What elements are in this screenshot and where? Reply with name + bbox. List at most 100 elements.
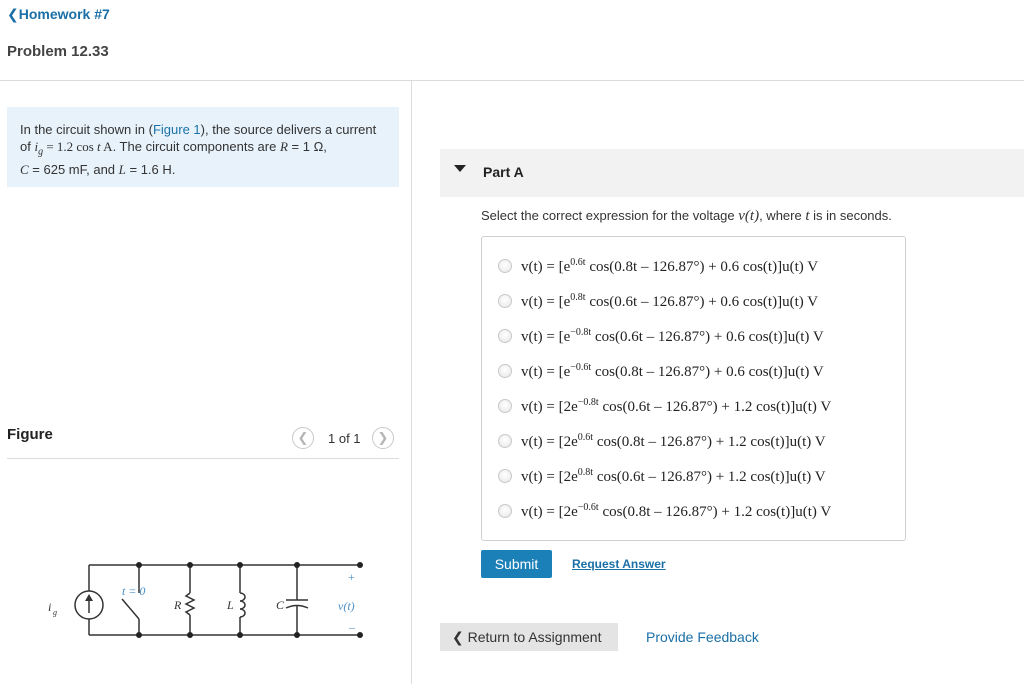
- figure-link[interactable]: Figure 1: [153, 122, 201, 137]
- option-expression: v(t) = [e−0.8t cos(0.6t – 126.87°) + 0.6…: [521, 327, 824, 346]
- expr-post: cos(0.6t – 126.87°) + 0.6 cos(t)]u(t) V: [591, 328, 824, 345]
- radio-button[interactable]: [498, 434, 512, 448]
- ig-label: i: [48, 600, 51, 614]
- expr-post: cos(0.6t – 126.87°) + 1.2 cos(t)]u(t) V: [598, 398, 832, 415]
- figure-next-button[interactable]: ❯: [372, 427, 394, 449]
- expr-pre: v(t) = [e: [521, 363, 571, 380]
- radio-button[interactable]: [498, 364, 512, 378]
- expr-exp: 0.6t: [577, 431, 594, 443]
- node-dot: [357, 632, 363, 638]
- radio-button[interactable]: [498, 504, 512, 518]
- r-value: = 1 Ω,: [287, 139, 327, 154]
- part-a-title: Part A: [483, 164, 524, 180]
- problem-text: In the circuit shown in (: [20, 122, 153, 137]
- node-dot: [136, 562, 142, 568]
- r-symbol: R: [279, 139, 288, 154]
- radio-button[interactable]: [498, 469, 512, 483]
- problem-text: of: [20, 139, 35, 154]
- caret-down-icon: [454, 165, 466, 172]
- l-label: L: [226, 598, 234, 612]
- expr-pre: v(t) = [e: [521, 258, 571, 275]
- arrow-up-icon: [85, 594, 93, 601]
- problem-text: ), the source delivers a current: [200, 122, 377, 137]
- v-label: v(t): [338, 599, 355, 613]
- option-expression: v(t) = [e0.6t cos(0.8t – 126.87°) + 0.6 …: [521, 257, 818, 276]
- return-label: Return to Assignment: [467, 629, 602, 645]
- back-link-label: Homework #7: [18, 6, 110, 22]
- expr-post: cos(0.6t – 126.87°) + 0.6 cos(t)]u(t) V: [585, 293, 819, 310]
- option-6[interactable]: v(t) = [2e0.6t cos(0.8t – 126.87°) + 1.2…: [498, 431, 826, 451]
- problem-text: , and: [86, 161, 119, 177]
- option-expression: v(t) = [2e−0.8t cos(0.6t – 126.87°) + 1.…: [521, 397, 831, 416]
- part-a-header[interactable]: [440, 149, 1024, 197]
- expr-pre: v(t) = [e: [521, 328, 571, 345]
- expr-pre: v(t) = [2e: [521, 503, 578, 520]
- expr-pre: v(t) = [2e: [521, 398, 578, 415]
- figure-prev-button[interactable]: ❮: [292, 427, 314, 449]
- radio-button[interactable]: [498, 259, 512, 273]
- figure-heading: Figure: [7, 426, 53, 443]
- node-dot: [237, 562, 243, 568]
- return-to-assignment-button[interactable]: ❮ Return to Assignment: [440, 623, 618, 651]
- node-dot: [357, 562, 363, 568]
- minus-label: –: [348, 620, 356, 634]
- node-dot: [187, 632, 193, 638]
- node-dot: [237, 632, 243, 638]
- node-dot: [136, 632, 142, 638]
- page-header: [0, 0, 1024, 81]
- expr-exp: −0.8t: [577, 396, 599, 408]
- expr-pre: v(t) = [2e: [521, 468, 578, 485]
- radio-button[interactable]: [498, 399, 512, 413]
- ig-sub-label: g: [53, 608, 57, 617]
- ig-unit: A: [100, 139, 113, 154]
- question-part: Select the correct expression for the vo…: [481, 208, 739, 223]
- provide-feedback-link[interactable]: Provide Feedback: [646, 629, 759, 645]
- option-8[interactable]: v(t) = [2e−0.6t cos(0.8t – 126.87°) + 1.…: [498, 501, 831, 521]
- switch-label: t = 0: [122, 584, 145, 598]
- question-text: Select the correct expression for the vo…: [481, 208, 892, 225]
- plus-label: +: [348, 570, 355, 584]
- option-3[interactable]: v(t) = [e−0.8t cos(0.6t – 126.87°) + 0.6…: [498, 326, 824, 346]
- option-expression: v(t) = [2e0.8t cos(0.6t – 126.87°) + 1.2…: [521, 467, 826, 486]
- node-dot: [294, 632, 300, 638]
- chevron-left-icon: ❮: [452, 629, 464, 645]
- request-answer-link[interactable]: Request Answer: [572, 557, 666, 571]
- expr-exp: −0.6t: [577, 501, 599, 513]
- option-7[interactable]: v(t) = [2e0.8t cos(0.6t – 126.87°) + 1.2…: [498, 466, 826, 486]
- option-1[interactable]: v(t) = [e0.6t cos(0.8t – 126.87°) + 0.6 …: [498, 256, 818, 276]
- figure-pager-text: 1 of 1: [328, 431, 361, 446]
- c-symbol: C: [20, 161, 29, 177]
- problem-text: . The circuit components are: [112, 139, 280, 154]
- figure-divider: [7, 458, 399, 459]
- node-dot: [294, 562, 300, 568]
- column-divider: [411, 80, 412, 684]
- expr-exp: −0.6t: [570, 361, 592, 373]
- expr-post: cos(0.8t – 126.87°) + 0.6 cos(t)]u(t) V: [591, 363, 824, 380]
- resistor: [184, 592, 196, 616]
- chevron-left-icon: ❮: [297, 430, 309, 445]
- chevron-left-icon: ❮: [7, 6, 19, 22]
- expr-exp: −0.8t: [570, 326, 592, 338]
- option-4[interactable]: v(t) = [e−0.6t cos(0.8t – 126.87°) + 0.6…: [498, 361, 824, 381]
- expr-pre: v(t) = [2e: [521, 433, 578, 450]
- switch-blade: [121, 598, 140, 620]
- question-v: v(t): [738, 208, 760, 224]
- radio-button[interactable]: [498, 294, 512, 308]
- problem-statement: In the circuit shown in (Figure 1), the …: [7, 107, 399, 187]
- expr-post: cos(0.8t – 126.87°) + 1.2 cos(t)]u(t) V: [598, 503, 832, 520]
- question-part: is in seconds.: [809, 208, 892, 223]
- expr-post: cos(0.6t – 126.87°) + 1.2 cos(t)]u(t) V: [593, 468, 826, 485]
- option-expression: v(t) = [2e0.6t cos(0.8t – 126.87°) + 1.2…: [521, 432, 826, 451]
- option-5[interactable]: v(t) = [2e−0.8t cos(0.6t – 126.87°) + 1.…: [498, 396, 831, 416]
- question-part: , where: [759, 208, 806, 223]
- expr-exp: 0.6t: [570, 256, 586, 268]
- back-to-homework-link[interactable]: ❮Homework #7: [7, 6, 110, 23]
- inductor-coil: [239, 592, 246, 618]
- option-2[interactable]: v(t) = [e0.8t cos(0.6t – 126.87°) + 0.6 …: [498, 291, 818, 311]
- expr-post: cos(0.8t – 126.87°) + 1.2 cos(t)]u(t) V: [593, 433, 826, 450]
- r-label: R: [173, 598, 182, 612]
- submit-button[interactable]: Submit: [481, 550, 552, 578]
- option-expression: v(t) = [2e−0.6t cos(0.8t – 126.87°) + 1.…: [521, 502, 831, 521]
- expr-exp: 0.8t: [570, 291, 586, 303]
- radio-button[interactable]: [498, 329, 512, 343]
